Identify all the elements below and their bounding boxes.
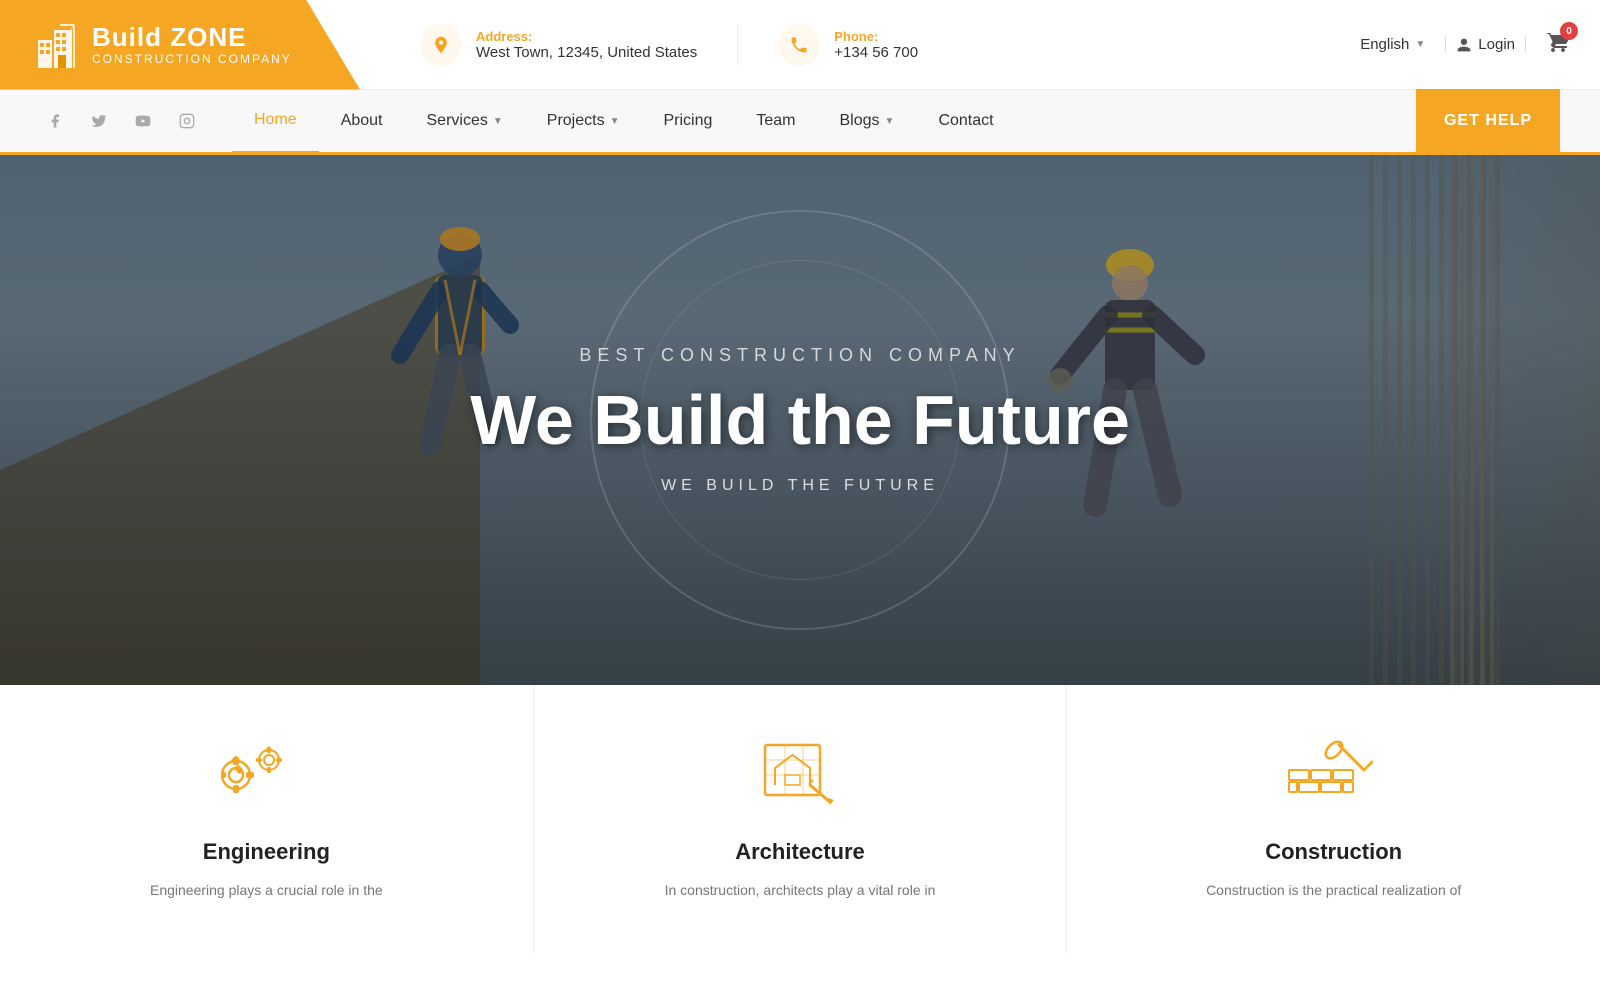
address-block: Address: West Town, 12345, United States [420,24,738,66]
architecture-icon [750,735,850,815]
youtube-icon[interactable] [128,106,158,136]
hero-title: We Build the Future [470,382,1130,459]
phone-icon-wrap [778,24,820,66]
phone-block: Phone: +134 56 700 [778,24,958,66]
phone-value: +134 56 700 [834,44,918,61]
contact-info: Address: West Town, 12345, United States… [420,24,1360,66]
cart-badge: 0 [1560,22,1578,40]
nav-services[interactable]: Services ▼ [405,89,525,154]
nav-contact[interactable]: Contact [916,89,1015,154]
twitter-icon[interactable] [84,106,114,136]
hero-tagline: BEST CONSTRUCTION COMPANY [470,345,1130,366]
nav-bar: Home About Services ▼ Projects ▼ Pricing… [0,90,1600,155]
nav-projects[interactable]: Projects ▼ [525,89,642,154]
phone-icon [789,35,809,55]
construction-icon [1284,735,1384,815]
engineering-icon [216,735,316,815]
blogs-caret: ▼ [885,116,895,127]
service-card-construction: Construction Construction is the practic… [1067,685,1600,953]
location-icon [431,35,451,55]
facebook-icon[interactable] [40,106,70,136]
nav-items: Home About Services ▼ Projects ▼ Pricing… [232,89,1406,154]
cart-button[interactable]: 0 [1546,30,1570,59]
logo[interactable]: Build ZONE Construction Company [0,0,360,90]
construction-title: Construction [1107,839,1560,865]
architecture-title: Architecture [574,839,1027,865]
service-card-architecture: Architecture In construction, architects… [534,685,1068,953]
logo-subtitle: Construction Company [92,52,292,66]
login-button[interactable]: Login [1445,36,1526,53]
login-label: Login [1478,36,1515,53]
phone-label: Phone: [834,29,918,44]
nav-team[interactable]: Team [734,89,817,154]
projects-caret: ▼ [610,116,620,127]
top-bar: Build ZONE Construction Company Address:… [0,0,1600,90]
hero-subtitle: WE BUILD THE FUTURE [470,477,1130,495]
engineering-desc: Engineering plays a crucial role in the [40,879,493,903]
address-icon-wrap [420,24,462,66]
hero-content: BEST CONSTRUCTION COMPANY We Build the F… [470,345,1130,495]
logo-icon [30,20,80,70]
top-right: English ▼ Login 0 [1360,30,1570,59]
language-selector[interactable]: English ▼ [1360,36,1425,53]
phone-text: Phone: +134 56 700 [834,29,918,61]
nav-home[interactable]: Home [232,89,319,154]
architecture-desc: In construction, architects play a vital… [574,879,1027,903]
address-value: West Town, 12345, United States [476,44,697,61]
nav-pricing[interactable]: Pricing [641,89,734,154]
services-section: Engineering Engineering plays a crucial … [0,685,1600,953]
get-help-button[interactable]: GET HELP [1416,89,1560,154]
logo-text: Build ZONE Construction Company [92,23,292,66]
engineering-title: Engineering [40,839,493,865]
nav-blogs[interactable]: Blogs ▼ [818,89,917,154]
social-icons [40,106,202,136]
address-label: Address: [476,29,697,44]
address-text: Address: West Town, 12345, United States [476,29,697,61]
language-label: English [1360,36,1409,53]
logo-title: Build ZONE [92,23,292,52]
user-icon [1456,37,1472,53]
nav-about[interactable]: About [319,89,405,154]
service-card-engineering: Engineering Engineering plays a crucial … [0,685,534,953]
instagram-icon[interactable] [172,106,202,136]
hero-section: BEST CONSTRUCTION COMPANY We Build the F… [0,155,1600,685]
services-caret: ▼ [493,116,503,127]
language-arrow: ▼ [1415,39,1425,50]
construction-desc: Construction is the practical realizatio… [1107,879,1560,903]
